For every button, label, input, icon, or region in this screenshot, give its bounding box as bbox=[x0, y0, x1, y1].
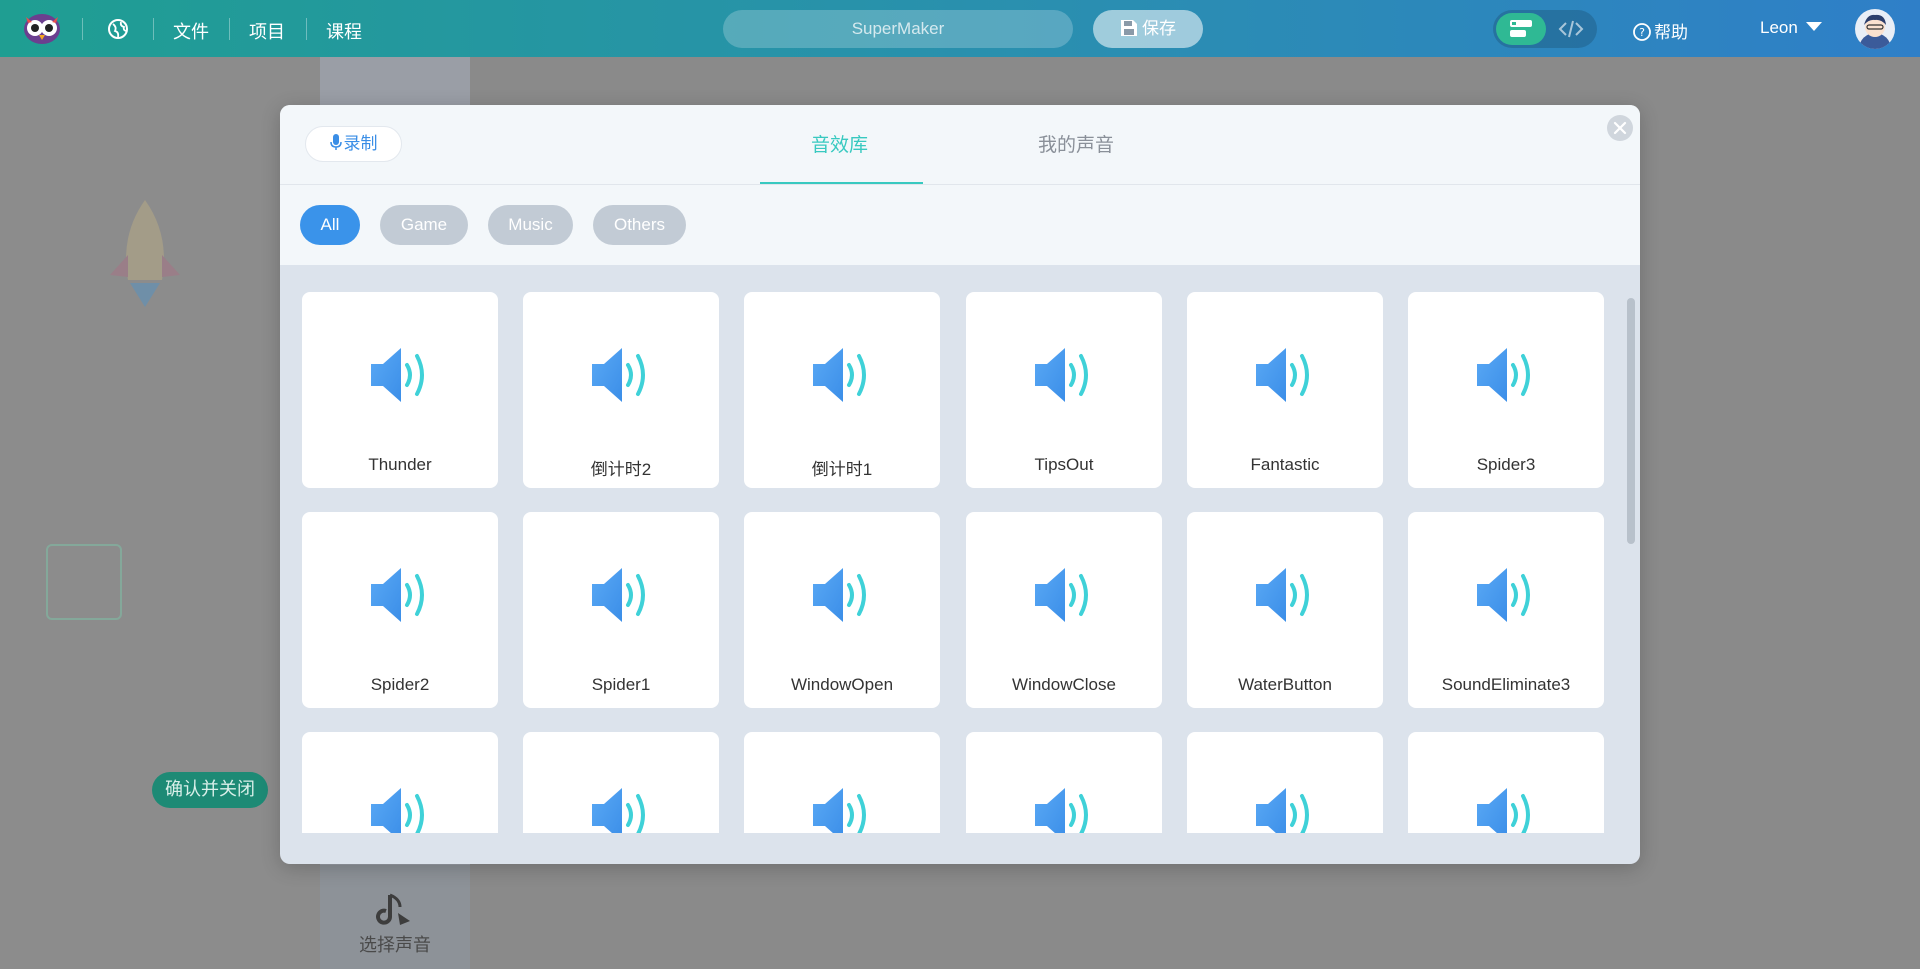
divider bbox=[82, 18, 83, 40]
microphone-icon bbox=[329, 134, 342, 150]
sound-card-label: Spider3 bbox=[1476, 455, 1536, 474]
filter-others[interactable]: Others bbox=[593, 205, 686, 245]
user-name: Leon bbox=[1760, 18, 1798, 37]
filter-music[interactable]: Music bbox=[488, 205, 573, 245]
sound-card[interactable]: Spider2 bbox=[302, 512, 498, 708]
help-icon: ? bbox=[1633, 23, 1651, 41]
divider bbox=[153, 18, 154, 40]
sound-card[interactable] bbox=[1408, 732, 1604, 833]
blocks-mode-icon bbox=[1510, 20, 1532, 37]
speaker-icon bbox=[1477, 348, 1530, 402]
blocks-mode-button[interactable] bbox=[1496, 13, 1546, 45]
speaker-icon bbox=[1035, 568, 1088, 622]
menu-file[interactable]: 文件 bbox=[173, 18, 209, 44]
sound-card-label: WaterButton bbox=[1238, 675, 1332, 694]
sound-card-label: WindowClose bbox=[1012, 675, 1116, 694]
filter-all[interactable]: All bbox=[300, 205, 360, 245]
speaker-icon bbox=[1256, 568, 1309, 622]
menu-project[interactable]: 项目 bbox=[249, 18, 285, 44]
speaker-icon bbox=[592, 348, 645, 402]
sprite-thumbnail bbox=[46, 544, 122, 620]
sound-card[interactable]: TipsOut bbox=[966, 292, 1162, 488]
sound-card[interactable]: WindowClose bbox=[966, 512, 1162, 708]
caret-down-icon bbox=[1805, 22, 1822, 31]
sound-card-label: 倒计时2 bbox=[590, 460, 652, 479]
speaker-icon bbox=[592, 568, 645, 622]
sound-card[interactable] bbox=[966, 732, 1162, 833]
sound-card[interactable] bbox=[1187, 732, 1383, 833]
speaker-icon bbox=[1035, 348, 1088, 402]
speaker-icon bbox=[371, 788, 424, 833]
project-name-field[interactable]: SuperMaker bbox=[723, 10, 1073, 48]
category-filter-bar: All Game Music Others bbox=[280, 185, 1640, 265]
sound-card[interactable]: Thunder bbox=[302, 292, 498, 488]
sound-card[interactable]: WindowOpen bbox=[744, 512, 940, 708]
code-mode-button[interactable] bbox=[1545, 13, 1595, 45]
speaker-icon bbox=[371, 568, 424, 622]
editor-mode-toggle[interactable] bbox=[1493, 10, 1597, 48]
active-tab-indicator bbox=[760, 182, 923, 184]
speaker-icon bbox=[1035, 788, 1088, 833]
confirm-close-button: 确认并关闭 bbox=[152, 772, 268, 808]
code-mode-icon bbox=[1558, 20, 1584, 38]
sound-card[interactable]: 倒计时2 bbox=[523, 292, 719, 488]
sound-card[interactable] bbox=[744, 732, 940, 833]
sound-card-label: Thunder bbox=[368, 455, 432, 474]
dialog-header: 录制 音效库 我的声音 bbox=[280, 105, 1640, 185]
menu-course[interactable]: 课程 bbox=[326, 18, 362, 44]
speaker-icon bbox=[1477, 788, 1530, 833]
sound-card-label: SoundEliminate3 bbox=[1441, 675, 1571, 694]
owl-logo-icon[interactable] bbox=[22, 11, 62, 45]
sound-card-label: WindowOpen bbox=[790, 675, 894, 694]
speaker-icon bbox=[592, 788, 645, 833]
filter-game[interactable]: Game bbox=[380, 205, 468, 245]
sound-card-label: TipsOut bbox=[1034, 455, 1094, 474]
sound-grid: Thunder 倒计时2 倒计时1 TipsOut Fantastic Spider3 Sp… bbox=[280, 265, 1640, 833]
sound-card-label: 倒计时1 bbox=[811, 460, 873, 479]
close-button[interactable] bbox=[1607, 115, 1633, 141]
record-label: 录制 bbox=[343, 134, 378, 154]
speaker-icon bbox=[1256, 788, 1309, 833]
music-note-icon bbox=[376, 893, 410, 925]
tab-my-sounds[interactable]: 我的声音 bbox=[1038, 130, 1114, 157]
sound-card[interactable]: WaterButton bbox=[1187, 512, 1383, 708]
sound-card[interactable] bbox=[523, 732, 719, 833]
speaker-icon bbox=[813, 568, 866, 622]
sound-card[interactable]: Spider3 bbox=[1408, 292, 1604, 488]
speaker-icon bbox=[1256, 348, 1309, 402]
sound-card-label: Fantastic bbox=[1250, 455, 1320, 474]
sound-card-label: Spider1 bbox=[591, 675, 651, 694]
pick-sound-label: 选择声音 bbox=[359, 935, 431, 956]
globe-icon[interactable] bbox=[107, 18, 129, 40]
speaker-icon bbox=[813, 348, 866, 402]
tab-sound-library[interactable]: 音效库 bbox=[811, 130, 868, 157]
divider bbox=[306, 18, 307, 40]
save-label: 保存 bbox=[1142, 19, 1176, 39]
sound-card[interactable] bbox=[302, 732, 498, 833]
avatar-icon[interactable] bbox=[1855, 9, 1895, 49]
scrollbar[interactable] bbox=[1627, 298, 1635, 544]
sound-card[interactable]: 倒计时1 bbox=[744, 292, 940, 488]
divider bbox=[229, 18, 230, 40]
save-button[interactable]: 保存 bbox=[1093, 10, 1203, 48]
speaker-icon bbox=[371, 348, 424, 402]
close-icon bbox=[1613, 121, 1627, 135]
user-menu[interactable]: Leon bbox=[1760, 18, 1822, 38]
speaker-icon bbox=[813, 788, 866, 833]
help-label: 帮助 bbox=[1654, 23, 1688, 43]
record-button[interactable]: 录制 bbox=[305, 126, 402, 162]
left-panel-background: 确认并关闭 bbox=[0, 57, 320, 969]
sound-card[interactable]: Spider1 bbox=[523, 512, 719, 708]
sound-library-dialog: 录制 音效库 我的声音 All Game Music Others Thunde… bbox=[280, 105, 1640, 864]
rocket-sprite-icon bbox=[110, 200, 180, 307]
top-bar: 文件 项目 课程 SuperMaker 保存 ? 帮助 Leon bbox=[0, 0, 1920, 57]
svg-text:?: ? bbox=[1639, 26, 1645, 39]
speaker-icon bbox=[1477, 568, 1530, 622]
help-button[interactable]: ? 帮助 bbox=[1633, 18, 1688, 43]
pick-sound-button: 选择声音 bbox=[320, 865, 470, 969]
sound-card[interactable]: Fantastic bbox=[1187, 292, 1383, 488]
sound-card[interactable]: SoundEliminate3 bbox=[1408, 512, 1604, 708]
save-icon bbox=[1121, 20, 1137, 36]
sound-card-label: Spider2 bbox=[370, 675, 430, 694]
